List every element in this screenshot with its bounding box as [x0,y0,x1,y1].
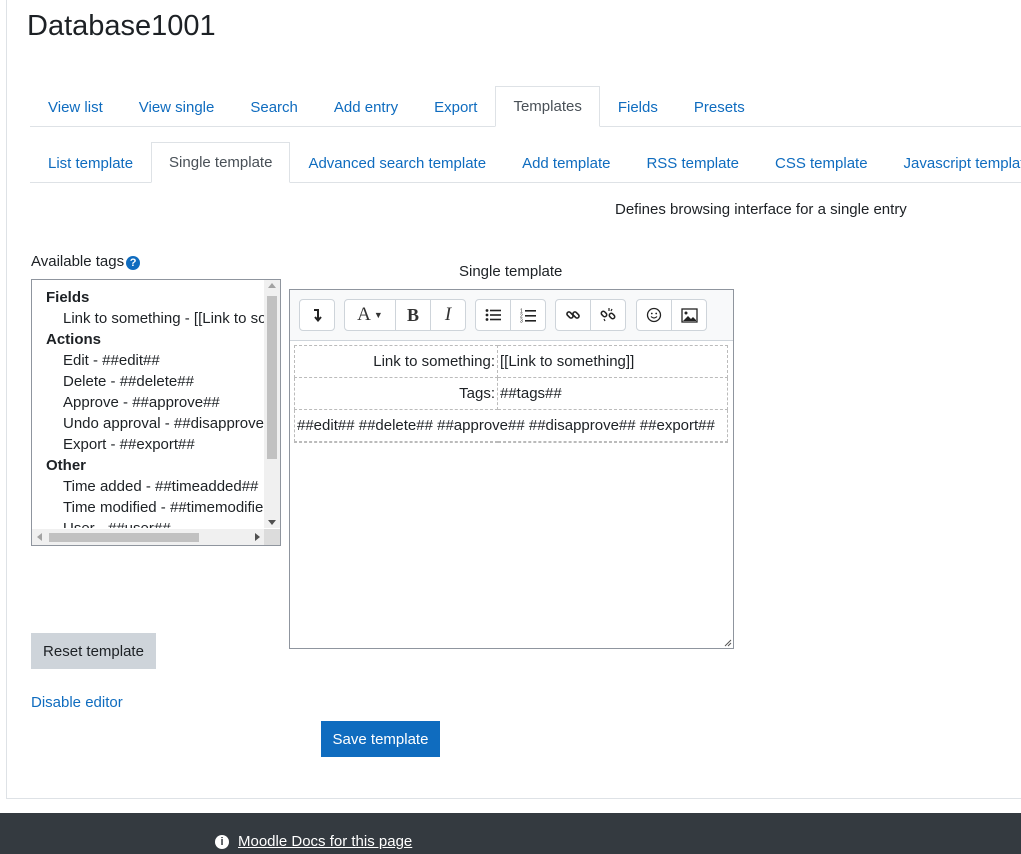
scrollbar-corner [264,529,280,545]
tab-templates[interactable]: Templates [495,86,600,127]
tag-item[interactable]: Time added - ##timeadded## [32,476,264,497]
scroll-right-arrow-icon[interactable] [255,533,260,541]
tab-rss-template[interactable]: RSS template [628,142,757,183]
link-icon[interactable] [556,300,591,330]
template-tabs: List template Single template Advanced s… [30,142,1021,183]
available-tags-text: Available tags [31,253,125,270]
info-circle-icon: i [215,834,229,849]
scroll-down-arrow-icon[interactable] [268,520,276,525]
available-tags-list[interactable]: Fields Link to something - [[Link to som… [31,279,281,546]
tab-search[interactable]: Search [232,86,316,127]
main-tabs: View list View single Search Add entry E… [30,86,1021,127]
tab-single-template[interactable]: Single template [151,142,291,183]
tab-add-entry[interactable]: Add entry [316,86,416,127]
reset-template-button[interactable]: Reset template [31,633,156,669]
scroll-left-arrow-icon[interactable] [37,533,42,541]
tab-css-template[interactable]: CSS template [757,142,886,183]
page-title: Database1001 [27,10,216,42]
unordered-list-icon[interactable] [476,300,511,330]
resize-handle-icon[interactable] [724,639,732,647]
field-label: Link to something: [294,345,498,378]
tag-item[interactable]: Edit - ##edit## [32,350,264,371]
collapse-toolbar-icon[interactable] [300,300,334,330]
page-footer: i Moodle Docs for this page [0,813,1021,854]
template-editor[interactable]: A ▼ B I 123 Link to something: [[Link to… [289,289,734,649]
tag-group-actions: Actions [46,331,102,348]
font-style-icon[interactable]: A ▼ [345,300,396,330]
italic-icon[interactable]: I [431,300,465,330]
tag-group-other: Other [46,457,87,474]
editor-toolbar: A ▼ B I 123 [290,290,733,341]
tab-view-list[interactable]: View list [30,86,121,127]
editor-label: Single template [459,263,563,280]
field-label: Tags: [294,377,498,410]
save-template-button[interactable]: Save template [321,721,440,757]
scrollbar-thumb[interactable] [49,533,199,542]
ordered-list-icon[interactable]: 123 [511,300,545,330]
horizontal-scrollbar[interactable] [32,529,264,545]
available-tags-label: Available tags ? [31,253,141,270]
editor-content[interactable]: Link to something: [[Link to something]]… [294,345,728,443]
tab-fields[interactable]: Fields [600,86,676,127]
tab-javascript-template[interactable]: Javascript template [886,142,1021,183]
vertical-scrollbar[interactable] [264,280,280,528]
template-description: Defines browsing interface for a single … [615,201,907,218]
tag-item[interactable]: Approve - ##approve## [32,392,264,413]
tag-group-fields: Fields [46,289,90,306]
tag-item[interactable]: Time modified - ##timemodified## [32,497,264,518]
tab-list-template[interactable]: List template [30,142,151,183]
tab-export[interactable]: Export [416,86,495,127]
actions-row: ##edit## ##delete## ##approve## ##disapp… [294,409,728,442]
tag-item[interactable]: Delete - ##delete## [32,371,264,392]
tab-add-template[interactable]: Add template [504,142,628,183]
tag-item[interactable]: User - ##user## [32,518,264,528]
scrollbar-thumb[interactable] [267,296,277,459]
emoji-icon[interactable] [637,300,672,330]
tab-presets[interactable]: Presets [676,86,763,127]
tag-item[interactable]: Link to something - [[Link to something]… [32,308,264,329]
field-tag: ##tags## [497,377,728,410]
disable-editor-link[interactable]: Disable editor [31,694,123,711]
scroll-up-arrow-icon[interactable] [268,283,276,288]
tab-advanced-search-template[interactable]: Advanced search template [290,142,504,183]
bold-icon[interactable]: B [396,300,431,330]
image-icon[interactable] [672,300,706,330]
moodle-docs-link[interactable]: Moodle Docs for this page [238,833,412,850]
field-tag: [[Link to something]] [497,345,728,378]
unlink-icon[interactable] [591,300,625,330]
tag-item[interactable]: Undo approval - ##disapprove## [32,413,264,434]
question-circle-icon[interactable]: ? [126,255,141,270]
tab-view-single[interactable]: View single [121,86,233,127]
tag-item[interactable]: Export - ##export## [32,434,264,455]
svg-text:3: 3 [520,318,523,323]
